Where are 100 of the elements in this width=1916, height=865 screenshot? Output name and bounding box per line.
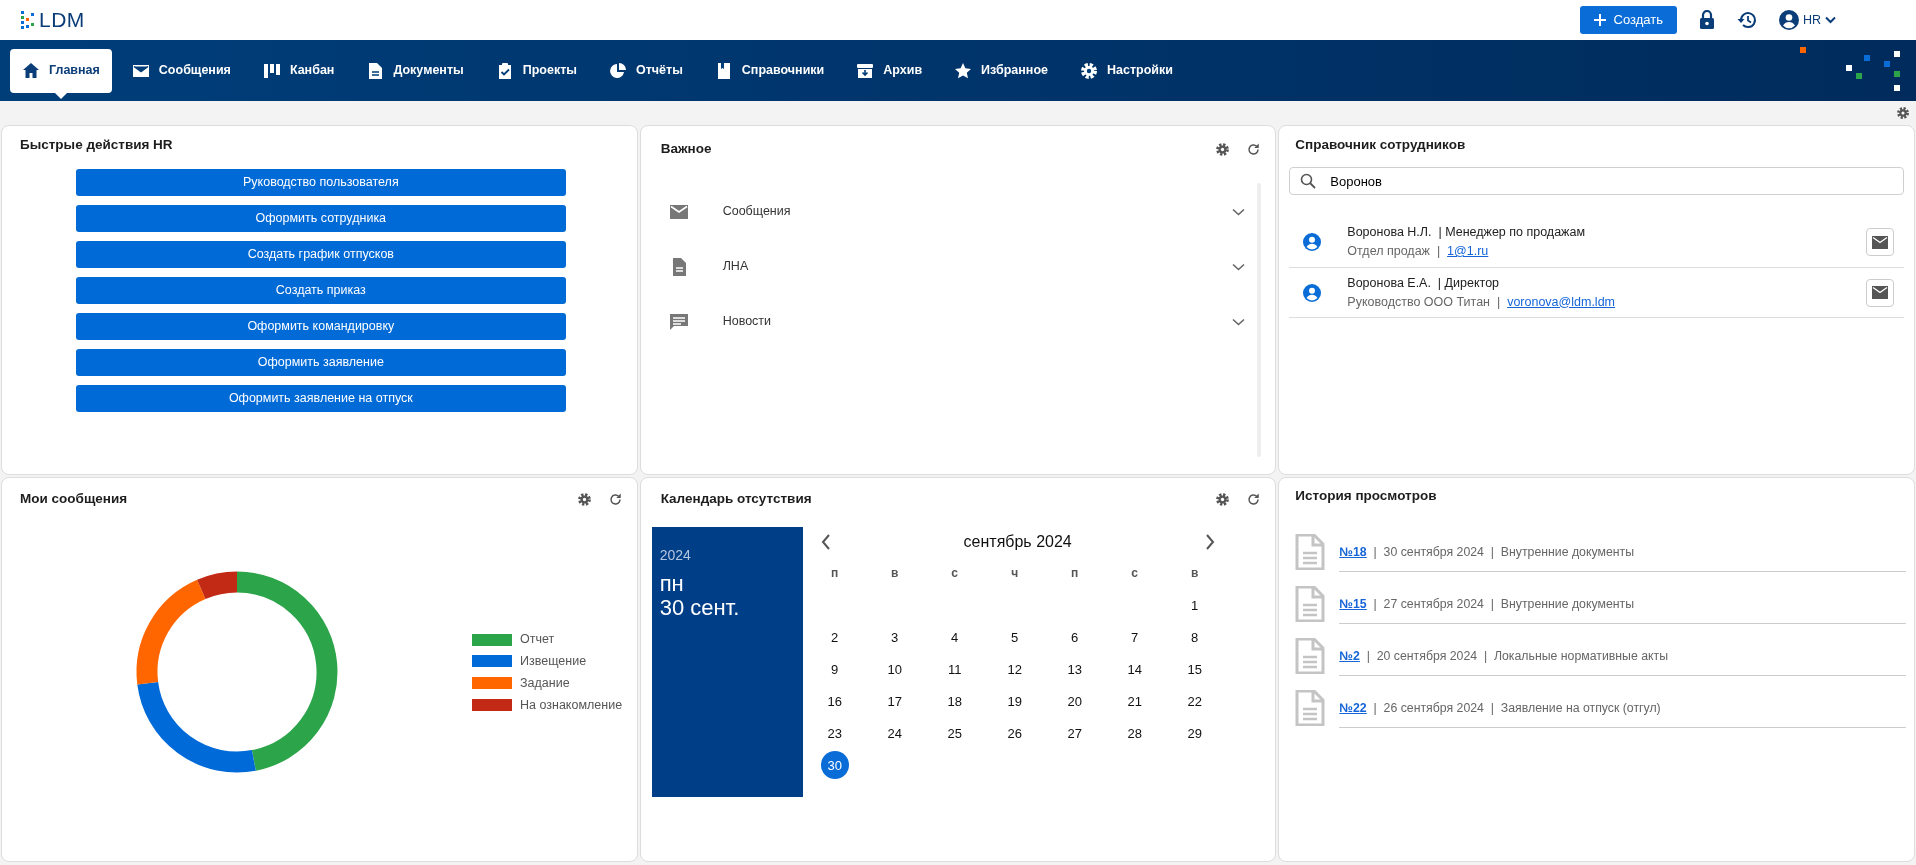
- calendar-day[interactable]: 27: [1060, 719, 1089, 748]
- settings-icon[interactable]: [1896, 106, 1910, 120]
- calendar-day[interactable]: 4: [940, 623, 969, 652]
- calendar-day[interactable]: 3: [880, 623, 909, 652]
- refresh-icon[interactable]: [1246, 141, 1262, 157]
- refresh-icon[interactable]: [607, 491, 623, 507]
- search-icon: [1300, 173, 1317, 190]
- history-entry: №2 | 20 сентября 2024 | Локальные нормативные акты: [1339, 636, 1906, 677]
- settings-icon[interactable]: [1215, 141, 1231, 157]
- user-avatar-icon[interactable]: [1778, 10, 1799, 30]
- calendar-day[interactable]: 16: [820, 687, 849, 716]
- calendar-day[interactable]: 1: [1180, 591, 1209, 620]
- history-entry: №18 | 30 сентября 2024 | Внутренние документы: [1339, 532, 1906, 573]
- action-button[interactable]: Оформить сотрудника: [75, 205, 566, 233]
- nav-tab[interactable]: Проекты: [483, 48, 589, 93]
- weekday-label: п: [1071, 565, 1079, 583]
- archive-icon: [856, 61, 875, 80]
- settings-icon[interactable]: [1215, 491, 1231, 507]
- nav-tab[interactable]: Канбан: [250, 48, 347, 93]
- history-entry: №15 | 27 сентября 2024 | Внутренние документы: [1339, 584, 1906, 625]
- document-link[interactable]: №18: [1339, 542, 1367, 561]
- calendar-day[interactable]: 22: [1180, 687, 1209, 716]
- accordion-item[interactable]: Сообщения: [640, 184, 1276, 240]
- create-button[interactable]: Создать: [1579, 6, 1677, 34]
- nav-tab[interactable]: Отчёты: [596, 48, 695, 93]
- calendar-day[interactable]: 25: [940, 719, 969, 748]
- employee-name: Воронова Е.А. | Директор: [1347, 274, 1501, 292]
- previous-month-icon[interactable]: [820, 534, 831, 551]
- panel-title: Важное: [660, 140, 712, 158]
- plus-icon: [1593, 14, 1606, 26]
- calendar-day[interactable]: 12: [1000, 655, 1029, 684]
- user-name[interactable]: HR: [1802, 10, 1821, 30]
- document-icon: [1295, 586, 1326, 623]
- calendar-day[interactable]: 6: [1060, 623, 1089, 652]
- email-link[interactable]: voronova@ldm.ldm: [1507, 294, 1615, 309]
- nav-tab[interactable]: Настройки: [1068, 48, 1185, 93]
- next-month-icon[interactable]: [1204, 534, 1215, 551]
- calendar-day[interactable]: 23: [820, 719, 849, 748]
- logo-icon: [21, 11, 35, 29]
- settings-icon[interactable]: [576, 491, 592, 507]
- panel-title: Справочник сотрудников: [1294, 136, 1467, 154]
- calendar-day[interactable]: 24: [880, 719, 909, 748]
- calendar-day[interactable]: 10: [880, 655, 909, 684]
- calendar-day[interactable]: 20: [1060, 687, 1089, 716]
- calendar-day[interactable]: 26: [1000, 719, 1029, 748]
- user-avatar-icon: [1303, 233, 1322, 251]
- logo-text: LDM: [39, 7, 85, 34]
- calendar-day[interactable]: 13: [1060, 655, 1089, 684]
- star-icon: [954, 61, 973, 80]
- document-link[interactable]: №2: [1339, 646, 1360, 665]
- email-link[interactable]: 1@1.ru: [1447, 244, 1489, 258]
- action-button[interactable]: Руководство пользователя: [75, 169, 566, 197]
- calendar-day[interactable]: 7: [1120, 623, 1149, 652]
- history-icon[interactable]: [1736, 11, 1757, 29]
- calendar-day[interactable]: 2: [820, 623, 849, 652]
- calendar-day[interactable]: 15: [1180, 655, 1209, 684]
- nav-tab[interactable]: Архив: [844, 48, 935, 93]
- month-title: сентябрь 2024: [963, 532, 1072, 553]
- mail-button[interactable]: [1866, 278, 1894, 307]
- calendar-day[interactable]: 9: [820, 655, 849, 684]
- calendar-day[interactable]: 30: [820, 751, 849, 780]
- weekday-label: с: [1131, 565, 1138, 583]
- accordion-item[interactable]: ЛНА: [640, 239, 1276, 295]
- calendar-day[interactable]: 19: [1000, 687, 1029, 716]
- document-icon: [1295, 638, 1326, 675]
- calendar-day[interactable]: 28: [1120, 719, 1149, 748]
- calendar-day[interactable]: 14: [1120, 655, 1149, 684]
- date-text: 30 сент.: [659, 596, 741, 621]
- nav-tab[interactable]: Избранное: [942, 48, 1060, 93]
- nav-tab[interactable]: Сообщения: [119, 48, 243, 93]
- weekday-text: пн: [659, 572, 685, 597]
- employee-name: Воронова Н.Л. | Менеджер по продажам: [1347, 224, 1585, 242]
- action-button[interactable]: Оформить заявление: [75, 349, 566, 377]
- lock-icon[interactable]: [1698, 10, 1715, 30]
- accordion-item[interactable]: Новости: [640, 294, 1276, 350]
- refresh-icon[interactable]: [1246, 491, 1262, 507]
- action-button[interactable]: Создать приказ: [75, 277, 566, 305]
- chevron-down-icon[interactable]: [1825, 16, 1836, 24]
- pie-chart-icon: [608, 61, 627, 80]
- action-button[interactable]: Создать график отпусков: [75, 241, 566, 269]
- calendar-day[interactable]: 18: [940, 687, 969, 716]
- calendar-day[interactable]: 8: [1180, 623, 1209, 652]
- nav-tab[interactable]: Документы: [354, 48, 476, 93]
- calendar-day[interactable]: 5: [1000, 623, 1029, 652]
- nav-tab[interactable]: Справочники: [702, 48, 837, 93]
- document-link[interactable]: №22: [1339, 698, 1367, 717]
- panel-title: История просмотров: [1294, 487, 1438, 505]
- document-link[interactable]: №15: [1339, 594, 1367, 613]
- kanban-icon: [262, 61, 281, 80]
- search-field[interactable]: Воронов: [1289, 167, 1904, 196]
- chat-icon: [668, 311, 689, 332]
- calendar-day[interactable]: 17: [880, 687, 909, 716]
- weekday-label: ч: [1011, 565, 1019, 583]
- calendar-day[interactable]: 11: [940, 655, 969, 684]
- action-button[interactable]: Оформить заявление на отпуск: [75, 385, 566, 413]
- calendar-day[interactable]: 29: [1180, 719, 1209, 748]
- panel-title: Мои сообщения: [20, 490, 128, 508]
- calendar-day[interactable]: 21: [1120, 687, 1149, 716]
- action-button[interactable]: Оформить командировку: [75, 313, 566, 341]
- mail-button[interactable]: [1866, 228, 1894, 256]
